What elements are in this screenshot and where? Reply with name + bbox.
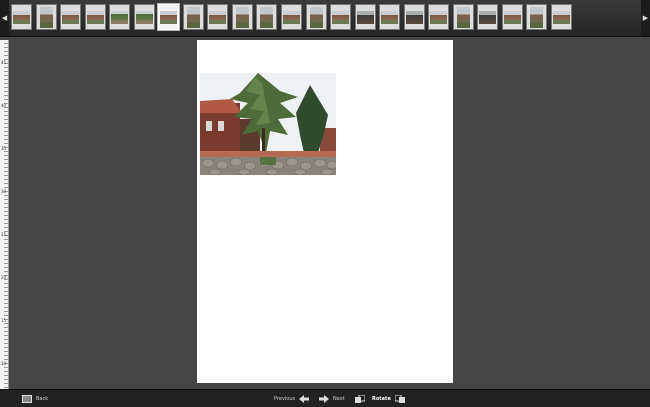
ruler-number: 30 [1,189,7,194]
arrow-left-icon [299,394,310,403]
thumbnail-image [530,7,544,28]
strip-scroll-right-button[interactable]: ▶ [641,0,650,36]
thumbnail-image [356,11,374,24]
thumbnail-image [86,11,104,24]
rotate-left-icon [355,394,365,403]
rotate-label: Rotate [372,395,391,402]
strip-scroll-left-button[interactable]: ◀ [0,0,9,36]
thumbnail-image [405,11,423,24]
thumbnail-item[interactable] [403,4,425,30]
thumbnail-item[interactable] [35,4,57,30]
thumbnail-item[interactable] [182,4,204,30]
ruler-number: 40 [1,103,7,108]
thumbnail-item[interactable] [452,4,474,30]
thumbnail-image [430,11,448,24]
next-label: Next [333,395,345,402]
thumbnail-item[interactable] [157,3,181,31]
thumbnail-item[interactable] [281,4,303,30]
thumbnail-item[interactable] [305,4,327,30]
thumbnail-item[interactable] [551,4,573,30]
page-preview [197,40,453,383]
previous-button[interactable]: Previous [274,393,310,404]
thumbnail-item[interactable] [330,4,352,30]
thumbnail-image [13,11,30,24]
ruler-number: 15 [1,318,7,323]
thumbnail-image [309,7,323,28]
thumbnail-image [479,11,497,24]
photo-graphic [200,73,336,175]
rotate-right-icon [395,394,405,403]
thumbnail-item[interactable] [133,4,155,30]
thumbnail-image [332,11,350,24]
thumbnail-image [283,11,301,24]
thumbnail-image [209,11,227,24]
rotate-left-button[interactable] [355,393,365,404]
ruler-number: 10 [1,361,7,366]
chevron-left-icon: ◀ [1,14,8,22]
list-icon [22,394,32,403]
thumbnail-image [135,11,153,24]
thumbnail-image [39,7,53,28]
thumbnail-item[interactable] [379,4,401,30]
thumbnail-image [160,11,178,24]
thumbnail-image [186,7,200,28]
previous-label: Previous [274,395,296,402]
thumbnail-image [456,7,470,28]
thumbnail-image [62,11,80,24]
thumbnail-item[interactable] [84,4,106,30]
thumbnail-image [381,11,399,24]
ruler-number: 35 [1,146,7,151]
thumbnail-item[interactable] [256,4,278,30]
thumbnail-strip: ◀ ▶ [0,0,650,37]
ruler-number: 25 [1,232,7,237]
thumbnail-item[interactable] [526,4,548,30]
thumbnail-image [260,7,274,28]
chevron-right-icon: ▶ [642,14,649,22]
photo-image[interactable] [200,73,336,175]
ruler-number: 45 [1,60,7,65]
thumbnail-item[interactable] [11,4,32,30]
thumbnail-item[interactable] [477,4,499,30]
thumbnail-item[interactable] [428,4,450,30]
thumbnail-list [11,3,573,31]
thumbnail-image [503,11,521,24]
thumbnail-item[interactable] [501,4,523,30]
thumbnail-image [111,11,129,24]
vertical-ruler: 45 40 35 30 25 20 15 10 [0,40,9,389]
bottom-toolbar: Back Previous Next Rotate [0,389,650,407]
arrow-right-icon [319,394,329,403]
thumbnail-image [553,11,571,24]
thumbnail-item[interactable] [60,4,82,30]
thumbnail-item[interactable] [231,4,253,30]
thumbnail-item[interactable] [207,4,229,30]
next-button[interactable]: Next [319,393,345,404]
rotate-right-button[interactable] [395,393,405,404]
thumbnail-item[interactable] [109,4,131,30]
back-button[interactable]: Back [22,393,48,404]
back-label: Back [36,395,49,402]
thumbnail-image [235,7,249,28]
ruler-number: 20 [1,275,7,280]
rotate-label-area: Rotate [372,393,391,404]
thumbnail-item[interactable] [354,4,376,30]
